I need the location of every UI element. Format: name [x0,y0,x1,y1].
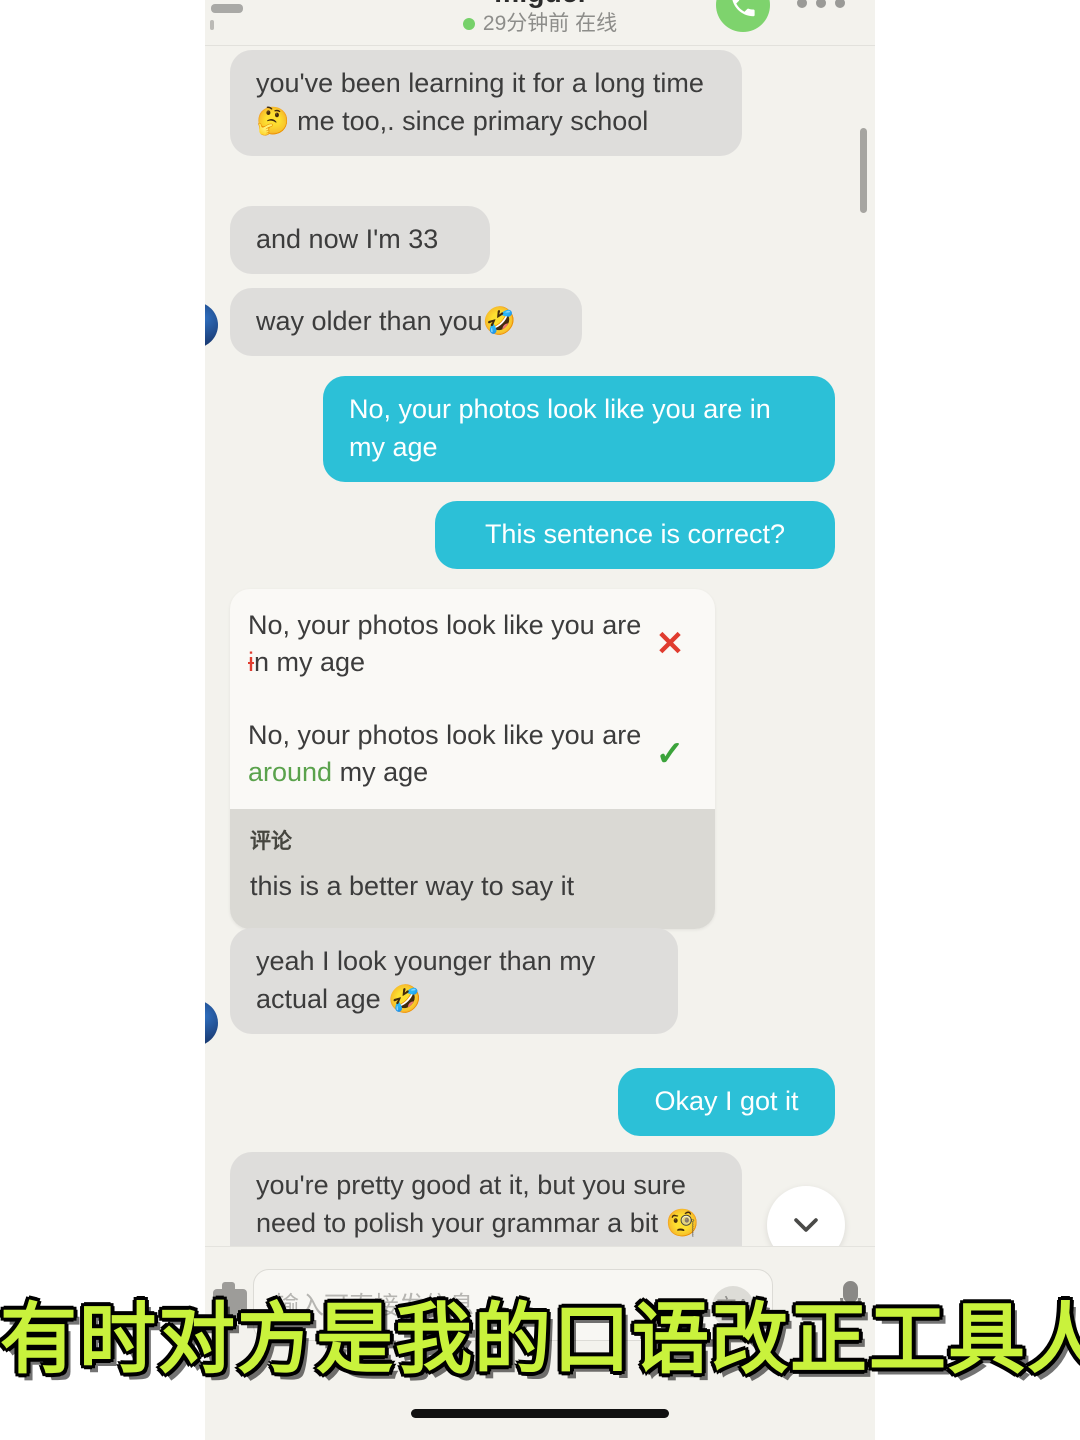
correction-wrong-text: No, your photos look like you are in my … [248,607,643,681]
correction-comment-section: 评论 this is a better way to say it [230,809,715,929]
header-contact-block[interactable]: miguel 29分钟前 在线 [355,0,725,36]
correction-insertion: around [248,757,333,787]
online-status-dot [462,18,475,30]
scrollbar-thumb[interactable] [860,128,867,213]
home-indicator [411,1409,669,1418]
comment-text: this is a better way to say it [250,871,575,901]
presence-row: 29分钟前 在线 [355,12,725,36]
avatar[interactable] [205,302,218,348]
wrong-mark-icon: ✕ [655,625,685,663]
correction-right-text: No, your photos look like you are around… [248,717,643,791]
correction-right-prefix: No, your photos look like you are [248,720,642,750]
message-bubble-incoming[interactable]: you've been learning it for a long time … [230,50,742,156]
grammar-correction-card[interactable]: No, your photos look like you are in my … [230,589,715,929]
presence-text: 29分钟前 在线 [482,12,618,35]
message-list[interactable]: you've been learning it for a long time … [205,46,875,1440]
message-bubble-incoming[interactable]: way older than you🤣 [230,288,582,356]
back-arrow-icon[interactable] [211,4,243,13]
phone-screen: miguel 29分钟前 在线 you've been learning it … [205,0,875,1440]
message-bubble-incoming[interactable]: yeah I look younger than my actual age 🤣 [230,928,678,1034]
message-bubble-outgoing[interactable]: Okay I got it [618,1068,835,1136]
video-caption: 有时对方是我的口语改正工具人 [0,1296,1080,1385]
correction-right-suffix: my age [332,757,429,787]
correction-wrong-prefix: No, your photos look like you are [248,610,642,640]
message-bubble-incoming[interactable]: and now I'm 33 [230,206,490,274]
message-bubble-outgoing[interactable]: No, your photos look like you are in my … [323,376,835,482]
right-mark-icon: ✓ [655,735,685,773]
avatar[interactable] [205,1000,218,1046]
more-dot-2 [816,0,826,8]
contact-name: miguel [355,0,725,8]
correction-right-line: No, your photos look like you are around… [230,699,715,809]
more-options-icon[interactable] [797,0,845,8]
chat-header: miguel 29分钟前 在线 [205,0,875,46]
comment-label: 评论 [250,830,292,853]
correction-wrong-suffix: n my age [254,647,366,677]
back-arrow-icon-tail [210,20,214,30]
more-dot-3 [835,0,845,8]
message-bubble-outgoing[interactable]: This sentence is correct? [435,501,835,569]
more-dot-1 [797,0,807,8]
correction-wrong-line: No, your photos look like you are in my … [230,589,715,699]
